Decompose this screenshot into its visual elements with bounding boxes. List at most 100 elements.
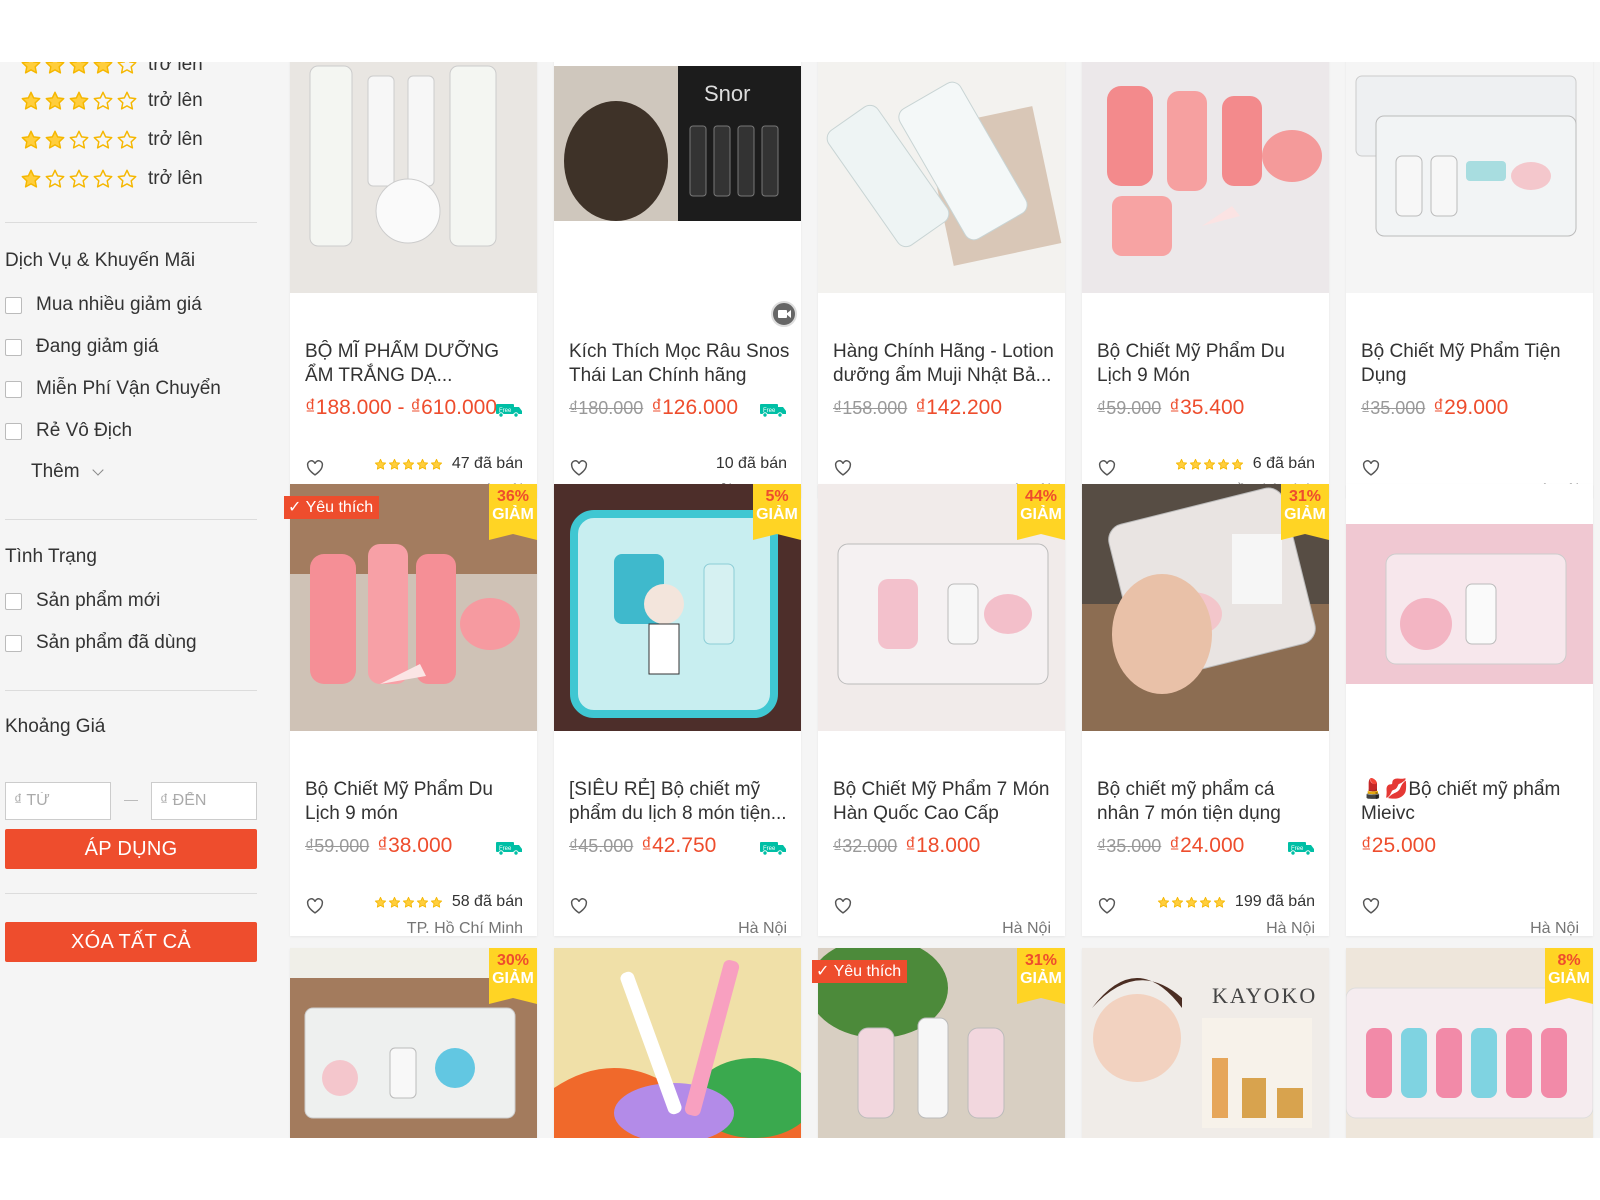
price-block: ₫59.000 ₫35.400 xyxy=(1097,396,1244,420)
filter-used[interactable]: Sản phẩm đã dùng xyxy=(5,629,197,657)
product-image[interactable] xyxy=(290,62,537,293)
product-title[interactable]: Bộ Chiết Mỹ Phẩm Tiện Dụng xyxy=(1361,340,1583,388)
heart-icon[interactable] xyxy=(306,898,324,914)
heart-icon[interactable] xyxy=(834,460,852,476)
heart-icon[interactable] xyxy=(570,898,588,914)
checkbox[interactable] xyxy=(5,296,22,314)
svg-text:Free: Free xyxy=(499,408,512,414)
clear-all-button[interactable]: XÓA TẤT CẢ xyxy=(5,922,257,962)
product-card[interactable]: GIẢMBỘ MĨ PHẨM DƯỠNG ẨM TRẮNG DẠ... ₫188… xyxy=(290,62,537,499)
heart-icon[interactable] xyxy=(1098,460,1116,476)
filter-sidebar: trở lên trở lên trở lên trở lên Dịch Vụ … xyxy=(0,62,262,1138)
shop-location: Hà Nội xyxy=(1266,920,1315,937)
product-card[interactable]: GIẢMBộ Chiết Mỹ Phẩm Tiện Dụng ₫35.000 ₫… xyxy=(1346,62,1593,499)
rating-filter-2[interactable]: trở lên xyxy=(20,125,203,155)
product-card[interactable]: Snor GIẢMKích Thích Mọc Râu Snos Thái La… xyxy=(554,62,801,499)
svg-text:Snor: Snor xyxy=(704,81,750,106)
divider xyxy=(5,519,257,520)
checkbox[interactable] xyxy=(5,422,22,440)
product-title[interactable]: Bộ Chiết Mỹ Phẩm Du Lịch 9 Món xyxy=(1097,340,1319,388)
sold-count: 199 đã bán xyxy=(1234,893,1315,910)
sold-count: 58 đã bán xyxy=(451,893,523,910)
checkbox[interactable] xyxy=(5,592,22,610)
product-title[interactable]: Bộ chiết mỹ phẩm cá nhân 7 món tiện dụng… xyxy=(1097,778,1319,826)
rating-filter-3[interactable]: trở lên xyxy=(20,86,203,116)
sale-price: ₫18.000 xyxy=(905,834,981,857)
product-image[interactable] xyxy=(1346,484,1593,731)
shop-location: Hà Nội xyxy=(738,920,787,937)
product-card[interactable]: 36% GIẢM ✓ Yêu thích Bộ Chiết Mỹ Phẩm Du L… xyxy=(284,484,537,937)
price-block: ₫45.000 ₫42.750 xyxy=(569,834,716,858)
product-title[interactable]: Kích Thích Mọc Râu Snos Thái Lan Chính h… xyxy=(569,340,791,388)
price-min-input[interactable] xyxy=(5,782,111,820)
range-separator xyxy=(124,800,138,801)
checkbox[interactable] xyxy=(5,634,22,652)
product-card[interactable]: 💄💋Bộ chiết mỹ phẩm Mieivc ₫25.000 Hà Nội xyxy=(1346,484,1593,937)
filter-free-shipping[interactable]: Miễn Phí Vận Chuyển xyxy=(5,375,221,403)
filter-label: Sản phẩm mới xyxy=(36,590,161,611)
price-block: ₫32.000 ₫18.000 xyxy=(833,834,980,858)
rating-filter-1[interactable]: trở lên xyxy=(20,164,203,194)
heart-icon[interactable] xyxy=(570,460,588,476)
product-title[interactable]: [SIÊU RẺ] Bộ chiết mỹ phẩm du lịch 8 món… xyxy=(569,778,791,826)
apply-price-button[interactable]: ÁP DỤNG xyxy=(5,829,257,869)
heart-icon[interactable] xyxy=(1362,898,1380,914)
filter-cheapest[interactable]: Rẻ Vô Địch xyxy=(5,417,132,445)
product-title[interactable]: Hàng Chính Hãng - Lotion dưỡng ẩm Muji N… xyxy=(833,340,1055,388)
discount-label: GIẢM xyxy=(756,506,798,523)
product-title[interactable]: 💄💋Bộ chiết mỹ phẩm Mieivc xyxy=(1361,778,1583,826)
price-block: ₫59.000 ₫38.000 xyxy=(305,834,452,858)
product-image[interactable]: Snor xyxy=(554,62,801,293)
product-title[interactable]: BỘ MĨ PHẨM DƯỠNG ẨM TRẮNG DẠ... xyxy=(305,340,527,388)
filter-new[interactable]: Sản phẩm mới xyxy=(5,587,160,615)
product-title[interactable]: Bộ Chiết Mỹ Phẩm Du Lịch 9 món xyxy=(305,778,527,826)
svg-text:Free: Free xyxy=(1291,846,1304,852)
filter-on-sale[interactable]: Đang giảm giá xyxy=(5,333,159,361)
product-image[interactable] xyxy=(554,948,801,1138)
rating-filter-4[interactable]: trở lên xyxy=(20,62,203,80)
discount-label: GIẢM xyxy=(1284,506,1326,523)
product-image[interactable] xyxy=(1346,62,1593,293)
checkbox[interactable] xyxy=(5,380,22,398)
price-block: ₫35.000 ₫29.000 xyxy=(1361,396,1508,420)
price-max-input[interactable] xyxy=(151,782,257,820)
heart-icon[interactable] xyxy=(306,460,324,476)
discount-label: GIẢM xyxy=(1020,506,1062,523)
discount-percent: 31% xyxy=(1024,952,1058,969)
product-card[interactable]: 31% GIẢM Bộ chiết mỹ phẩm cá nhân 7 món t… xyxy=(1082,484,1329,937)
product-image[interactable] xyxy=(1082,62,1329,293)
star-rating-icon xyxy=(1157,896,1227,909)
product-card[interactable]: 31% GIẢM ✓ Yêu thích xyxy=(812,948,1065,1138)
product-card[interactable]: 8% GIẢM xyxy=(1346,948,1593,1138)
product-card[interactable]: KAYOKO xyxy=(1082,948,1329,1138)
product-card[interactable]: 30% GIẢM xyxy=(290,948,537,1138)
product-card[interactable]: GIẢMHàng Chính Hãng - Lotion dưỡng ẩm Mu… xyxy=(818,62,1065,499)
heart-icon[interactable] xyxy=(834,898,852,914)
original-price: ₫35.000 xyxy=(1361,398,1426,418)
filter-bulk-discount[interactable]: Mua nhiều giảm giá xyxy=(5,291,202,319)
price-range-heading: Khoảng Giá xyxy=(5,716,106,737)
product-title[interactable]: Bộ Chiết Mỹ Phẩm 7 Món Hàn Quốc Cao Cấp xyxy=(833,778,1055,826)
video-icon xyxy=(771,301,797,327)
filter-label: Đang giảm giá xyxy=(36,336,159,357)
discount-label: GIẢM xyxy=(492,970,534,987)
divider xyxy=(5,893,257,894)
checkbox[interactable] xyxy=(5,338,22,356)
star-rating-icon xyxy=(1175,458,1245,471)
filter-label: Sản phẩm đã dùng xyxy=(36,632,197,653)
heart-icon[interactable] xyxy=(1362,460,1380,476)
product-card[interactable] xyxy=(554,948,801,1138)
product-card[interactable]: GIẢM✓ Yêu thíchBộ Chiết Mỹ Phẩm Du Lịch … xyxy=(1082,62,1329,499)
product-card[interactable]: 44% GIẢM Bộ Chiết Mỹ Phẩm 7 Món Hàn Quốc … xyxy=(818,484,1065,937)
product-card[interactable]: 5% GIẢM [SIÊU RẺ] Bộ chiết mỹ phẩm du lịc… xyxy=(554,484,801,937)
product-image[interactable] xyxy=(818,62,1065,293)
free-shipping-icon: Free xyxy=(1287,840,1315,856)
original-price: ₫45.000 xyxy=(569,836,634,856)
sale-price: ₫188.000 - ₫610.000 xyxy=(305,396,498,419)
product-image[interactable]: KAYOKO xyxy=(1082,948,1329,1138)
favorite-badge: ✓ Yêu thích xyxy=(812,960,908,983)
show-more-button[interactable]: Thêm xyxy=(31,458,104,486)
rating-sold: 199 đã bán xyxy=(1157,893,1315,911)
product-grid: GIẢM BỘ MĨ PHẨM DƯỠNG ẨM TRẮNG DẠ... ₫188… xyxy=(284,62,1600,1138)
heart-icon[interactable] xyxy=(1098,898,1116,914)
